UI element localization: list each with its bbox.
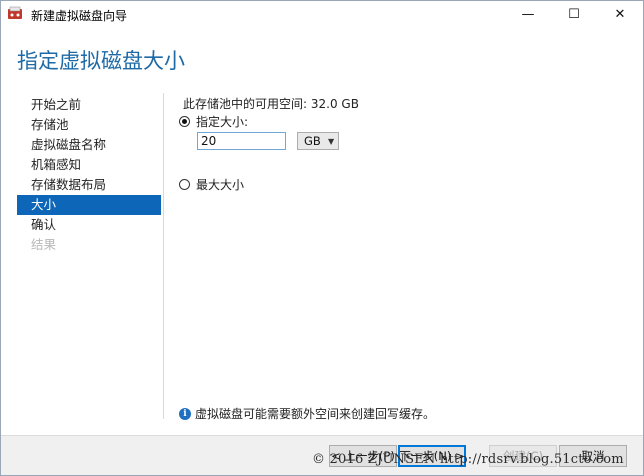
nav-step-confirmation[interactable]: 确认 <box>17 215 161 235</box>
info-note: i 虚拟磁盘可能需要额外空间来创建回写缓存。 <box>179 405 435 422</box>
radio-selected-dot <box>182 119 187 124</box>
size-input[interactable] <box>197 132 286 150</box>
minimize-icon: — <box>521 6 535 22</box>
specify-size-radio[interactable] <box>179 116 190 127</box>
page-title: 指定虚拟磁盘大小 <box>17 49 185 73</box>
unit-selected-value: GB <box>304 134 321 148</box>
max-size-label: 最大大小 <box>196 178 245 192</box>
size-settings-panel: 此存储池中的可用空间: 32.0 GB 指定大小: GB ▼ 最大大小 i 虚拟… <box>179 95 619 425</box>
max-size-radio[interactable] <box>179 179 190 190</box>
watermark-text: © 2016 ZJUNSEN http://rdsrv.blog.51cto.c… <box>312 452 624 467</box>
minimize-button[interactable]: — <box>505 1 551 27</box>
nav-step-enclosure-awareness[interactable]: 机箱感知 <box>17 155 161 175</box>
nav-step-storage-pool[interactable]: 存储池 <box>17 115 161 135</box>
nav-step-before-you-begin[interactable]: 开始之前 <box>17 95 161 115</box>
specify-size-option[interactable]: 指定大小: <box>179 113 248 130</box>
title-bar: 新建虚拟磁盘向导 — ☐ ✕ <box>1 1 643 27</box>
nav-step-results: 结果 <box>31 237 57 252</box>
nav-step-size[interactable]: 大小 <box>17 195 161 215</box>
unit-dropdown[interactable]: GB ▼ <box>297 132 339 150</box>
available-space-text: 此存储池中的可用空间: 32.0 GB <box>183 97 359 111</box>
nav-step-storage-layout[interactable]: 存储数据布局 <box>17 175 161 195</box>
max-size-option[interactable]: 最大大小 <box>179 176 244 193</box>
virtual-disk-wizard-icon <box>8 6 22 19</box>
info-text: 虚拟磁盘可能需要额外空间来创建回写缓存。 <box>195 407 436 421</box>
specify-size-label: 指定大小: <box>196 115 249 129</box>
nav-step-virtual-disk-name[interactable]: 虚拟磁盘名称 <box>17 135 161 155</box>
chevron-down-icon: ▼ <box>328 136 335 146</box>
maximize-button[interactable]: ☐ <box>551 1 597 27</box>
window-title: 新建虚拟磁盘向导 <box>31 9 128 23</box>
info-icon: i <box>179 407 191 420</box>
nav-divider <box>163 93 164 419</box>
close-icon: ✕ <box>614 6 626 22</box>
wizard-steps-nav: 开始之前 存储池 虚拟磁盘名称 机箱感知 存储数据布局 大小 确认 结果 <box>17 95 161 255</box>
maximize-icon: ☐ <box>568 6 580 22</box>
wizard-window: 新建虚拟磁盘向导 — ☐ ✕ 指定虚拟磁盘大小 开始之前 存储池 虚拟磁盘名称 … <box>0 0 644 476</box>
close-button[interactable]: ✕ <box>597 1 643 27</box>
